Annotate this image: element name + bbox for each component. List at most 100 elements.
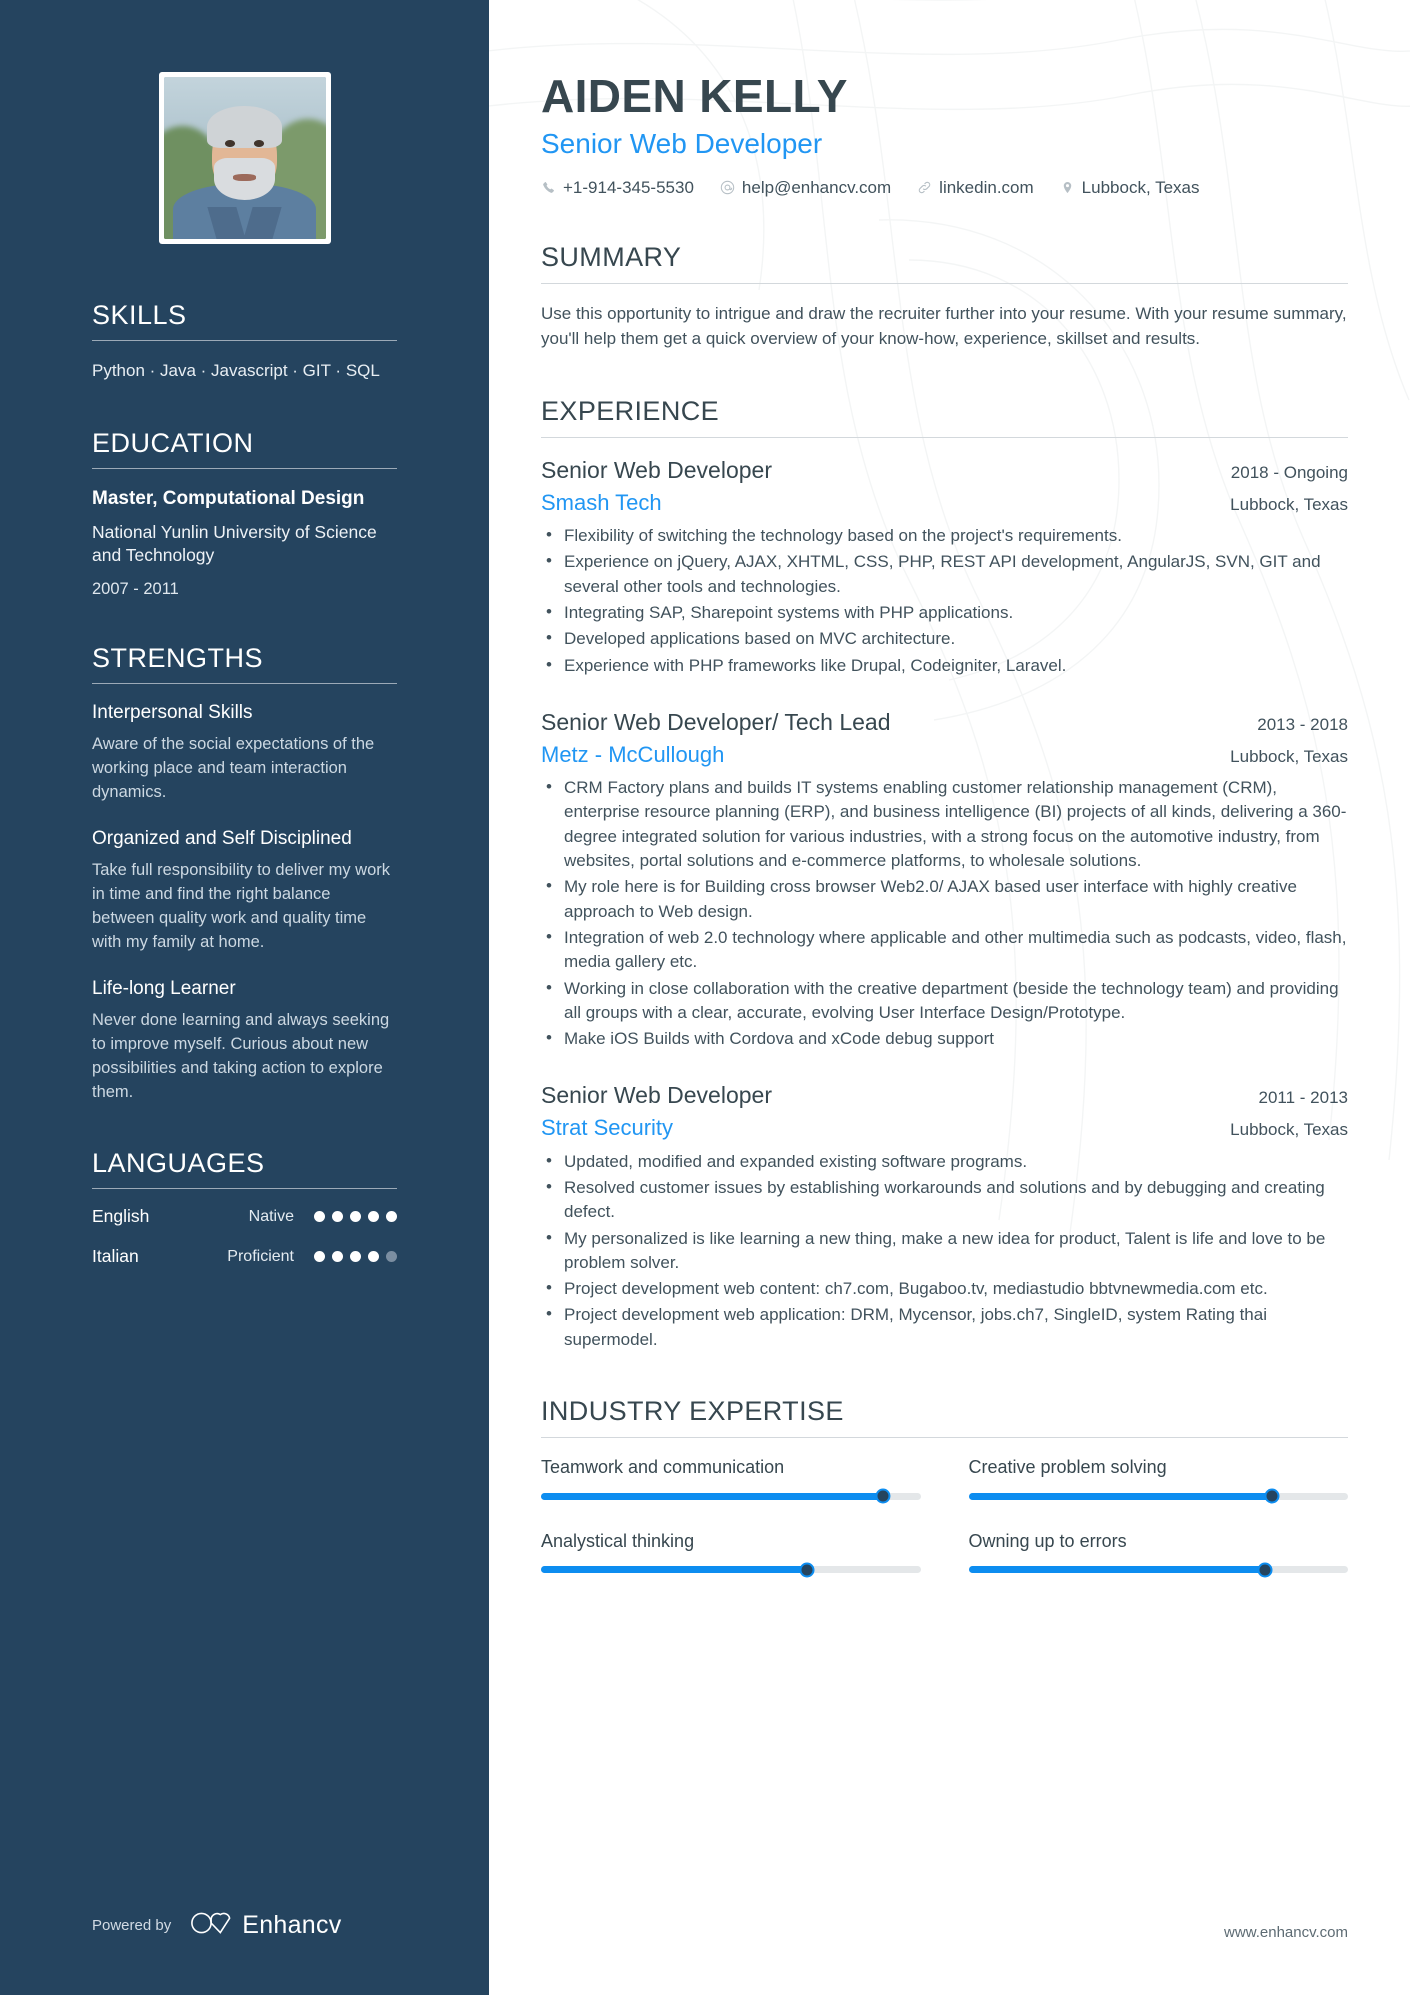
skills-heading: SKILLS	[92, 300, 187, 330]
contact-email-value: help@enhancv.com	[741, 177, 892, 197]
language-name: Italian	[92, 1246, 139, 1267]
slider-thumb[interactable]	[1264, 1488, 1280, 1504]
experience-bullets: Flexibility of switching the technology …	[541, 523, 1348, 678]
rating-dot-filled	[368, 1211, 379, 1223]
slider-thumb[interactable]	[1257, 1562, 1272, 1578]
profile-photo-frame	[158, 72, 331, 244]
contact-link-value: linkedin.com	[939, 177, 1034, 197]
sidebar-footer: Powered by Enhancv	[92, 1910, 397, 1995]
experience-company[interactable]: Smash Tech	[541, 489, 662, 517]
experience-role: Senior Web Developer	[541, 456, 772, 483]
link-icon	[917, 179, 932, 196]
sidebar-section-skills: SKILLS Python · Java · Javascript · GIT …	[92, 300, 397, 384]
rating-dot-filled	[314, 1211, 325, 1223]
expertise-slider[interactable]	[968, 1562, 1348, 1578]
experience-dates: 2018 - Ongoing	[1230, 462, 1348, 482]
expertise-slider[interactable]	[541, 1562, 921, 1578]
divider	[92, 683, 397, 685]
expertise-slider[interactable]	[968, 1488, 1348, 1504]
experience-company[interactable]: Strat Security	[541, 1114, 673, 1142]
rating-dot-filled	[350, 1211, 361, 1223]
skills-list: Python · Java · Javascript · GIT · SQL	[92, 361, 380, 380]
rating-dot-filled	[332, 1251, 343, 1263]
bullet: Project development web content: ch7.com…	[541, 1276, 1348, 1301]
experience-dates: 2013 - 2018	[1257, 714, 1348, 734]
contact-location[interactable]: Lubbock, Texas	[1060, 178, 1200, 198]
strength-item: Organized and Self Disciplined Take full…	[92, 827, 397, 954]
expertise-label: Creative problem solving	[968, 1457, 1167, 1478]
divider	[92, 1188, 397, 1190]
language-level: Proficient	[227, 1247, 294, 1265]
contact-phone-value: +1-914-345-5530	[563, 177, 694, 197]
slider-thumb[interactable]	[799, 1562, 815, 1578]
resume-header: AIDEN KELLY Senior Web Developer +1-914-…	[541, 72, 1348, 198]
strength-title: Interpersonal Skills	[92, 702, 253, 724]
page-title: AIDEN KELLY	[541, 70, 848, 122]
summary-heading: SUMMARY	[541, 241, 682, 272]
summary-text: Use this opportunity to intrigue and dra…	[541, 303, 1347, 348]
bullet: Integration of web 2.0 technology where …	[541, 925, 1348, 975]
experience-entry: Senior Web Developer 2018 - Ongoing Smas…	[541, 456, 1348, 678]
avatar	[163, 77, 326, 239]
rating-dot-filled	[314, 1251, 325, 1263]
website-url: www.enhancv.com	[1224, 1924, 1348, 1941]
slider-fill	[541, 1566, 807, 1574]
enhancv-logo: Enhancv	[189, 1910, 341, 1941]
expertise-item: Creative problem solving	[968, 1456, 1348, 1504]
rating-dot-filled	[368, 1251, 379, 1263]
contact-row: +1-914-345-5530 help@enhancv.com linkedi…	[541, 178, 1348, 198]
bullet: Project development web application: DRM…	[541, 1302, 1348, 1352]
bullet: My personalized is like learning a new t…	[541, 1226, 1348, 1276]
expertise-item: Analystical thinking	[541, 1530, 921, 1578]
contact-link[interactable]: linkedin.com	[917, 178, 1034, 198]
experience-role: Senior Web Developer	[541, 1082, 772, 1109]
expertise-slider[interactable]	[541, 1488, 921, 1504]
strength-item: Interpersonal Skills Aware of the social…	[92, 701, 397, 804]
enhancv-wordmark: Enhancv	[242, 1911, 342, 1939]
expertise-label: Owning up to errors	[968, 1530, 1127, 1551]
expertise-label: Analystical thinking	[541, 1530, 695, 1551]
rating-dot-empty	[386, 1251, 397, 1263]
industry-expertise-heading: INDUSTRY EXPERTISE	[541, 1396, 844, 1427]
experience-role: Senior Web Developer/ Tech Lead	[541, 708, 891, 735]
sidebar-section-education: EDUCATION Master, Computational Design N…	[92, 428, 397, 600]
bullet: Updated, modified and expanded existing …	[541, 1149, 1348, 1174]
bullet: Integrating SAP, Sharepoint systems with…	[541, 600, 1348, 625]
experience-heading: EXPERIENCE	[541, 395, 720, 426]
language-name: English	[92, 1206, 150, 1227]
bullet: Experience on jQuery, AJAX, XHTML, CSS, …	[541, 549, 1348, 599]
language-rating-dots	[314, 1211, 397, 1223]
bullet: My role here is for Building cross brows…	[541, 874, 1348, 924]
main-content: AIDEN KELLY Senior Web Developer +1-914-…	[489, 0, 1410, 1995]
language-rating-dots	[314, 1251, 397, 1263]
resume-page: SKILLS Python · Java · Javascript · GIT …	[0, 0, 1410, 1995]
divider	[541, 1437, 1348, 1439]
strength-description: Take full responsibility to deliver my w…	[92, 860, 391, 952]
strength-title: Organized and Self Disciplined	[92, 828, 352, 850]
bullet: Working in close collaboration with the …	[541, 976, 1348, 1026]
phone-icon	[541, 179, 556, 196]
slider-thumb[interactable]	[875, 1488, 891, 1504]
powered-by-label: Powered by	[92, 1917, 172, 1934]
experience-company[interactable]: Metz - McCullough	[541, 741, 724, 769]
experience-entry: Senior Web Developer 2011 - 2013 Strat S…	[541, 1081, 1348, 1352]
contact-phone[interactable]: +1-914-345-5530	[541, 178, 694, 198]
experience-entry: Senior Web Developer/ Tech Lead 2013 - 2…	[541, 708, 1348, 1052]
strength-item: Life-long Learner Never done learning an…	[92, 977, 397, 1104]
location-pin-icon	[1060, 179, 1075, 196]
bullet: Make iOS Builds with Cordova and xCode d…	[541, 1026, 1348, 1051]
sidebar-section-languages: LANGUAGES English Native Italian Profici…	[92, 1148, 397, 1286]
header-job-title: Senior Web Developer	[541, 128, 823, 160]
divider	[92, 467, 397, 469]
section-industry-expertise: INDUSTRY EXPERTISE Teamwork and communic…	[541, 1396, 1348, 1578]
bullet: Flexibility of switching the technology …	[541, 523, 1348, 548]
sidebar-section-strengths: STRENGTHS Interpersonal Skills Aware of …	[92, 643, 397, 1104]
expertise-grid: Teamwork and communication Creative prob…	[541, 1456, 1348, 1578]
expertise-item: Teamwork and communication	[541, 1456, 921, 1504]
strength-title: Life-long Learner	[92, 978, 236, 1000]
bullet: Developed applications based on MVC arch…	[541, 626, 1348, 651]
slider-fill	[541, 1492, 883, 1500]
contact-email[interactable]: help@enhancv.com	[720, 178, 891, 198]
education-degree: Master, Computational Design	[92, 487, 365, 509]
bullet: CRM Factory plans and builds IT systems …	[541, 775, 1348, 873]
